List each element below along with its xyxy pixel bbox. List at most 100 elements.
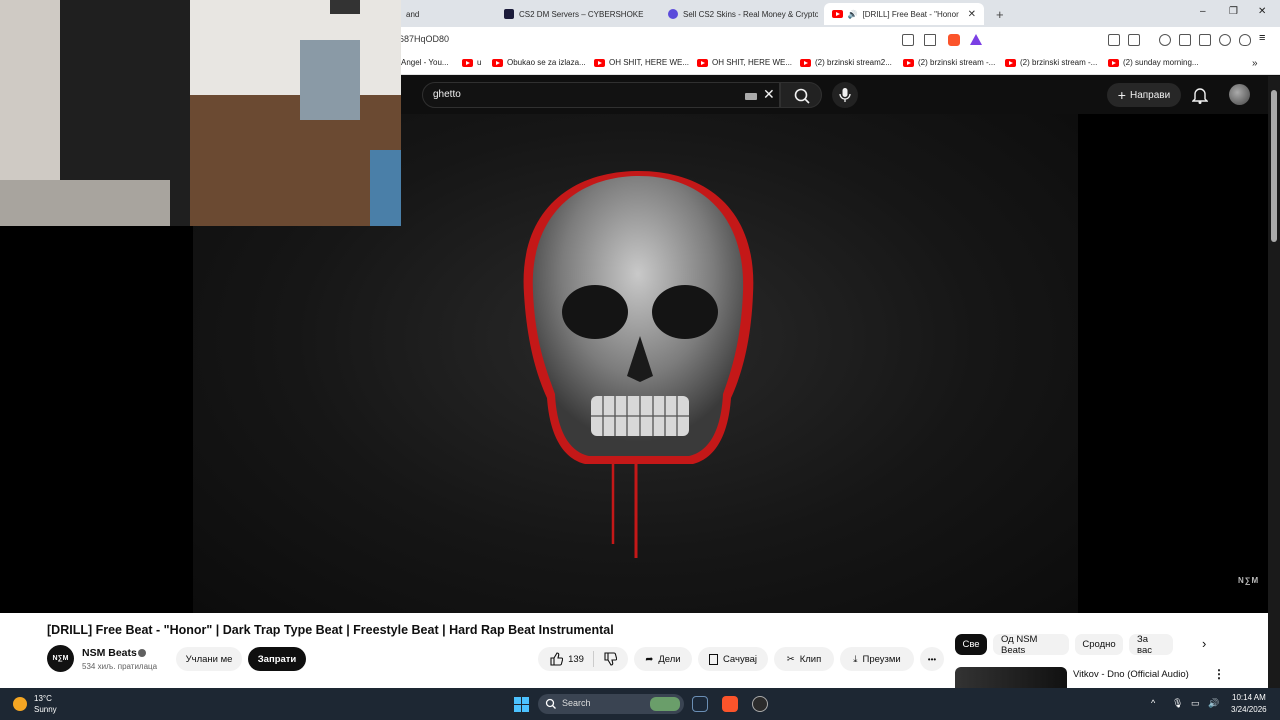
weather-condition[interactable]: Sunny — [34, 705, 57, 714]
like-dislike-group: 139 — [538, 647, 628, 671]
scissors-icon: ✂ — [786, 653, 795, 665]
search-icon — [545, 698, 556, 709]
download-button[interactable]: ⤓ Преузми — [840, 647, 914, 671]
brave-shields-icon[interactable] — [948, 34, 960, 46]
search-query: ghetto — [433, 89, 461, 100]
restore-icon[interactable]: ❐ — [1229, 6, 1238, 17]
url-field[interactable]: 687HqOD80 — [399, 34, 449, 44]
create-button[interactable]: + Направи — [1107, 83, 1181, 107]
like-count: 139 — [568, 653, 584, 665]
account-avatar[interactable] — [1229, 84, 1250, 105]
thumbs-up-icon — [550, 652, 564, 666]
network-icon[interactable]: ▭ — [1191, 698, 1200, 709]
clock-date[interactable]: 3/24/2026 — [1231, 705, 1267, 714]
share-arrow-icon: ➦ — [645, 653, 654, 665]
bookmark-item[interactable]: (2) brzinski stream -... — [903, 58, 995, 67]
share-button[interactable]: ➦ Дели — [634, 647, 692, 671]
recommendation-title[interactable]: Vitkov - Dno (Official Audio) — [1073, 669, 1189, 680]
tab-search-icon[interactable] — [1128, 34, 1140, 46]
brave-rewards-icon[interactable] — [970, 34, 982, 45]
tray-overflow-icon[interactable]: ^ — [1151, 698, 1155, 708]
chip-all[interactable]: Све — [955, 634, 987, 655]
youtube-icon — [903, 58, 914, 67]
volume-icon[interactable]: 🔊 — [1208, 698, 1219, 709]
settings-app-icon[interactable] — [752, 696, 768, 712]
page-scrollbar[interactable] — [1268, 76, 1280, 688]
recommendation-menu-icon[interactable]: ⋮ — [1213, 667, 1225, 681]
leo-ai-icon[interactable] — [1219, 34, 1231, 46]
bookmark-item[interactable]: Obukao se za izlaza... — [492, 58, 586, 67]
start-button[interactable] — [514, 697, 529, 712]
bookmarks-overflow-icon[interactable]: » — [1252, 58, 1258, 69]
new-tab-button[interactable]: + — [988, 3, 1008, 25]
minimize-icon[interactable]: – — [1200, 6, 1206, 17]
channel-avatar[interactable]: N∑M — [47, 645, 74, 672]
clear-search-icon[interactable]: ✕ — [763, 86, 775, 103]
clip-button[interactable]: ✂ Клип — [774, 647, 834, 671]
thumbs-down-icon[interactable] — [603, 652, 617, 666]
tab-youtube-active[interactable]: 🔊 [DRILL] Free Beat - "Honor" | ✕ — [824, 3, 984, 25]
bookmark-item[interactable]: (2) sunday morning... — [1108, 58, 1199, 67]
youtube-icon — [697, 58, 708, 67]
download-icon: ⤓ — [853, 653, 858, 665]
bookmark-item[interactable]: (2) brzinski stream -... — [1005, 58, 1097, 67]
webcam-room-image — [0, 0, 401, 226]
chip-related[interactable]: Сродно — [1075, 634, 1123, 655]
window-close-icon[interactable]: ✕ — [1258, 6, 1266, 17]
plus-icon: + — [1117, 87, 1126, 103]
sun-icon[interactable] — [13, 697, 27, 711]
bookmark-item[interactable]: OH SHIT, HERE WE... — [697, 58, 792, 67]
tab-label: and — [406, 9, 420, 19]
channel-watermark[interactable]: N∑M — [1238, 576, 1259, 585]
chips-next-icon[interactable]: › — [1202, 636, 1206, 651]
bookmark-item[interactable]: Angel - You... — [401, 58, 449, 67]
windows-taskbar: 13°C Sunny Search ^ 🎙 ▭ 🔊 10:14 AM 3/24/… — [0, 688, 1280, 720]
brave-app-icon[interactable] — [722, 696, 738, 712]
cast-icon[interactable] — [902, 34, 914, 46]
tab-partial[interactable]: and — [398, 3, 496, 25]
vpn-icon[interactable] — [1239, 34, 1251, 46]
tab-label: CS2 DM Servers – CYBERSHOKE — [519, 9, 644, 19]
youtube-icon — [800, 58, 811, 67]
microphone-tray-icon[interactable]: 🎙 — [1172, 698, 1183, 709]
speaker-icon: 🔊 — [847, 9, 858, 19]
bookmark-item[interactable]: (2) brzinski stream2... — [800, 58, 892, 67]
bookmark-icon — [708, 653, 718, 665]
subscribe-button[interactable]: Запрати — [248, 647, 306, 671]
save-button[interactable]: Сачувај — [698, 647, 768, 671]
tab-label: [DRILL] Free Beat - "Honor" | — [862, 9, 959, 19]
voice-search-button[interactable] — [832, 82, 858, 108]
search-input[interactable]: ghetto ✕ — [422, 82, 780, 108]
notifications-bell-icon[interactable] — [1192, 86, 1208, 104]
steam-app-icon[interactable] — [692, 696, 708, 712]
bookmark-item[interactable]: u — [462, 58, 481, 67]
more-actions-button[interactable]: ••• — [920, 647, 944, 671]
tab-sell-skins[interactable]: Sell CS2 Skins - Real Money & Crypto — [660, 3, 818, 25]
join-button[interactable]: Учлани ме — [176, 647, 242, 671]
clock-time[interactable]: 10:14 AM — [1232, 693, 1266, 702]
search-button[interactable] — [780, 82, 822, 108]
video-info-section: [DRILL] Free Beat - "Honor" | Dark Trap … — [0, 613, 1268, 688]
divider — [592, 651, 594, 667]
chip-for-you[interactable]: За вас — [1129, 634, 1173, 656]
extensions-icon[interactable] — [1108, 34, 1120, 46]
microphone-icon — [839, 88, 851, 102]
weather-temperature[interactable]: 13°C — [34, 694, 52, 703]
sidebar-icon[interactable] — [1179, 34, 1191, 46]
menu-icon[interactable]: ≡ — [1259, 32, 1271, 44]
tab-cybershoke[interactable]: CS2 DM Servers – CYBERSHOKE — [496, 3, 656, 25]
media-icon[interactable] — [1159, 34, 1171, 46]
recommendation-thumbnail[interactable] — [955, 667, 1067, 688]
youtube-icon — [462, 58, 473, 67]
share-icon[interactable] — [924, 34, 936, 46]
keyboard-icon[interactable] — [745, 93, 757, 100]
wallet-icon[interactable] — [1199, 34, 1211, 46]
tab-close-icon[interactable]: ✕ — [968, 9, 976, 20]
bookmark-item[interactable]: OH SHIT, HERE WE... — [594, 58, 689, 67]
taskbar-search[interactable]: Search — [538, 694, 684, 714]
verified-badge-icon — [138, 649, 146, 657]
scrollbar-thumb[interactable] — [1271, 90, 1277, 242]
chip-from-channel[interactable]: Од NSM Beats — [993, 634, 1069, 656]
like-button[interactable]: 139 — [549, 652, 584, 666]
channel-name[interactable]: NSM Beats — [82, 647, 137, 659]
